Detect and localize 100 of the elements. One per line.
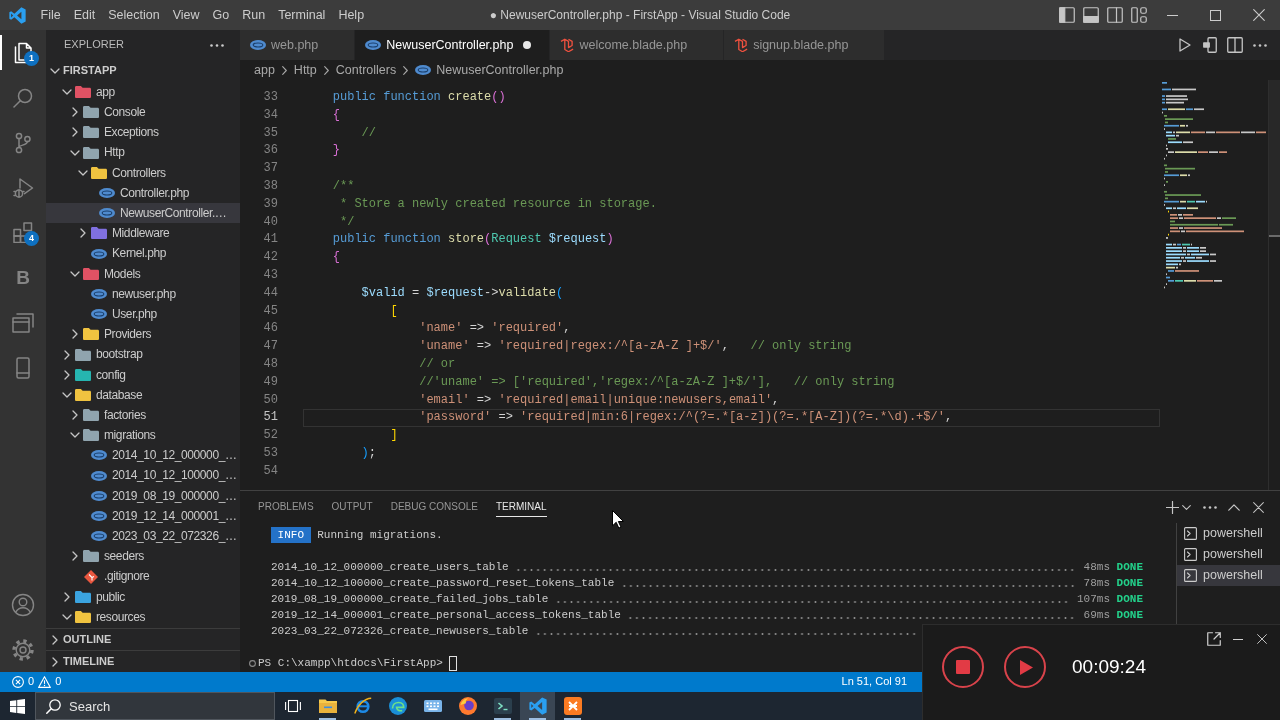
blocks-icon[interactable] bbox=[13, 222, 33, 243]
explorer-row[interactable]: 2019_12_14_000001_… bbox=[46, 505, 240, 527]
explorer-row[interactable]: Http bbox=[46, 142, 240, 163]
menu-item[interactable]: Selection bbox=[101, 0, 167, 30]
explorer-row[interactable]: config bbox=[46, 364, 240, 385]
editor-tab[interactable]: web.php bbox=[240, 30, 356, 60]
section-header[interactable]: FIRSTAPP bbox=[46, 60, 240, 82]
more-icon[interactable] bbox=[1203, 505, 1217, 509]
code-line: public function create() bbox=[331, 89, 507, 106]
panel-tab[interactable]: OUTPUT bbox=[331, 497, 373, 517]
migration-name: 2014_10_12_000000_create_users_table bbox=[271, 560, 509, 575]
menu-item[interactable]: Terminal bbox=[271, 0, 332, 30]
explorer-row[interactable]: database bbox=[46, 384, 240, 405]
explorer-row[interactable]: User.php bbox=[46, 304, 240, 325]
menu-item[interactable]: File bbox=[34, 0, 68, 30]
explorer-row[interactable]: public bbox=[46, 586, 240, 607]
search-icon bbox=[46, 699, 61, 714]
more-icon[interactable] bbox=[1253, 43, 1267, 47]
breadcrumb-item[interactable]: Http bbox=[293, 62, 317, 78]
code-line: /** bbox=[331, 178, 356, 195]
stop-button[interactable] bbox=[942, 646, 984, 688]
play-button[interactable] bbox=[1004, 646, 1046, 688]
explorer-row[interactable]: bootstrap bbox=[46, 344, 240, 365]
menu-item[interactable]: Run bbox=[235, 0, 272, 30]
terminal-list-item[interactable]: powershell bbox=[1177, 523, 1280, 544]
menu-item[interactable]: Help bbox=[331, 0, 371, 30]
maximize-icon[interactable] bbox=[1210, 9, 1221, 21]
windows-logo-icon[interactable] bbox=[10, 698, 25, 714]
app-logo-icon bbox=[8, 6, 26, 24]
duration-text: 48ms bbox=[1083, 560, 1110, 575]
explorer-row[interactable]: Kernel.php bbox=[46, 243, 240, 264]
menu-item[interactable]: Go bbox=[206, 0, 236, 30]
account-icon[interactable] bbox=[11, 592, 35, 617]
cursor-icon bbox=[449, 655, 458, 671]
play-bug-icon[interactable] bbox=[12, 176, 34, 199]
explorer-row[interactable]: 2019_08_19_000000_… bbox=[46, 485, 240, 506]
explorer-row[interactable]: resources bbox=[46, 606, 240, 628]
info-badge: INFO bbox=[271, 527, 311, 543]
branch-icon[interactable] bbox=[15, 131, 31, 154]
breadcrumb-item[interactable]: NewuserController.php bbox=[415, 62, 564, 78]
windows-icon[interactable] bbox=[12, 312, 34, 333]
menu-item[interactable]: Edit bbox=[67, 0, 102, 30]
explorer-row[interactable]: NewuserController.… bbox=[46, 203, 240, 224]
terminal-list-item[interactable]: powershell bbox=[1177, 544, 1280, 565]
explorer-row[interactable]: Models bbox=[46, 263, 240, 284]
editor-tab[interactable]: NewuserController.php bbox=[355, 30, 551, 60]
more-icon[interactable] bbox=[210, 43, 224, 47]
close-icon[interactable] bbox=[1257, 634, 1267, 644]
explorer-row[interactable]: Exceptions bbox=[46, 122, 240, 143]
split-editor-icon[interactable] bbox=[1227, 37, 1243, 53]
scrollbar-thumb[interactable] bbox=[1269, 80, 1280, 237]
explorer-row[interactable]: migrations bbox=[46, 425, 240, 446]
explorer-row[interactable]: .gitignore bbox=[46, 566, 240, 587]
breadcrumb-item[interactable]: Controllers bbox=[335, 62, 397, 78]
settings-icon[interactable] bbox=[11, 637, 35, 662]
explorer-row[interactable]: newuser.php bbox=[46, 283, 240, 305]
explorer-row[interactable]: seeders bbox=[46, 546, 240, 567]
minimize-icon[interactable] bbox=[1233, 638, 1243, 640]
menu-item[interactable]: View bbox=[166, 0, 206, 30]
editor-tab[interactable]: welcome.blade.php bbox=[550, 30, 725, 60]
expand-icon[interactable] bbox=[1207, 632, 1221, 646]
explorer-row[interactable]: Console bbox=[46, 102, 240, 123]
files-icon[interactable] bbox=[14, 41, 32, 64]
panel-tab[interactable]: TERMINAL bbox=[495, 497, 547, 517]
explorer-row[interactable]: 2014_10_12_100000_… bbox=[46, 465, 240, 486]
panel-tab[interactable]: PROBLEMS bbox=[258, 497, 314, 517]
explorer-row[interactable]: Providers bbox=[46, 324, 240, 345]
editor-tab[interactable]: signup.blade.php bbox=[724, 30, 886, 60]
run-icon[interactable] bbox=[1179, 38, 1191, 52]
panel-tab[interactable]: DEBUG CONSOLE bbox=[390, 497, 478, 517]
chevron-down-icon[interactable] bbox=[1182, 504, 1191, 510]
close-icon[interactable] bbox=[1252, 501, 1264, 513]
explorer-row[interactable]: 2023_03_22_072326_… bbox=[46, 526, 240, 547]
explorer-row[interactable]: Controllers bbox=[46, 162, 240, 183]
explorer-row[interactable]: Middleware bbox=[46, 223, 240, 244]
left-panel-icon[interactable] bbox=[1059, 7, 1075, 23]
close-icon[interactable] bbox=[1252, 9, 1265, 21]
search-icon[interactable] bbox=[13, 87, 33, 108]
layout-icon[interactable] bbox=[1131, 7, 1147, 23]
chevron-up-icon[interactable] bbox=[1228, 503, 1240, 511]
cursor-position[interactable]: Ln 51, Col 91 bbox=[835, 672, 913, 692]
section-header[interactable]: OUTLINE bbox=[46, 628, 240, 650]
minimize-icon[interactable] bbox=[1167, 14, 1178, 16]
file-type-icon bbox=[91, 309, 107, 320]
explorer-row[interactable]: factories bbox=[46, 405, 240, 426]
explorer-row[interactable]: 2014_10_12_000000_… bbox=[46, 445, 240, 466]
device-icon[interactable] bbox=[1203, 37, 1217, 53]
right-panel-icon[interactable] bbox=[1107, 7, 1123, 23]
terminal-list-item[interactable]: powershell bbox=[1177, 565, 1280, 586]
bottom-panel-icon[interactable] bbox=[1083, 7, 1099, 23]
plus-icon[interactable] bbox=[1165, 500, 1179, 514]
breadcrumb-item[interactable]: app bbox=[254, 62, 275, 78]
explorer-row[interactable]: Controller.php bbox=[46, 182, 240, 204]
sidebar-title: EXPLORER bbox=[64, 38, 124, 52]
line-number: 36 bbox=[262, 142, 279, 160]
line-number: 53 bbox=[262, 444, 279, 462]
tablet-icon[interactable] bbox=[16, 356, 30, 379]
problems-status[interactable]: 0 0 bbox=[0, 672, 68, 692]
explorer-row[interactable]: app bbox=[46, 82, 240, 103]
search-field[interactable]: Search bbox=[35, 692, 275, 720]
